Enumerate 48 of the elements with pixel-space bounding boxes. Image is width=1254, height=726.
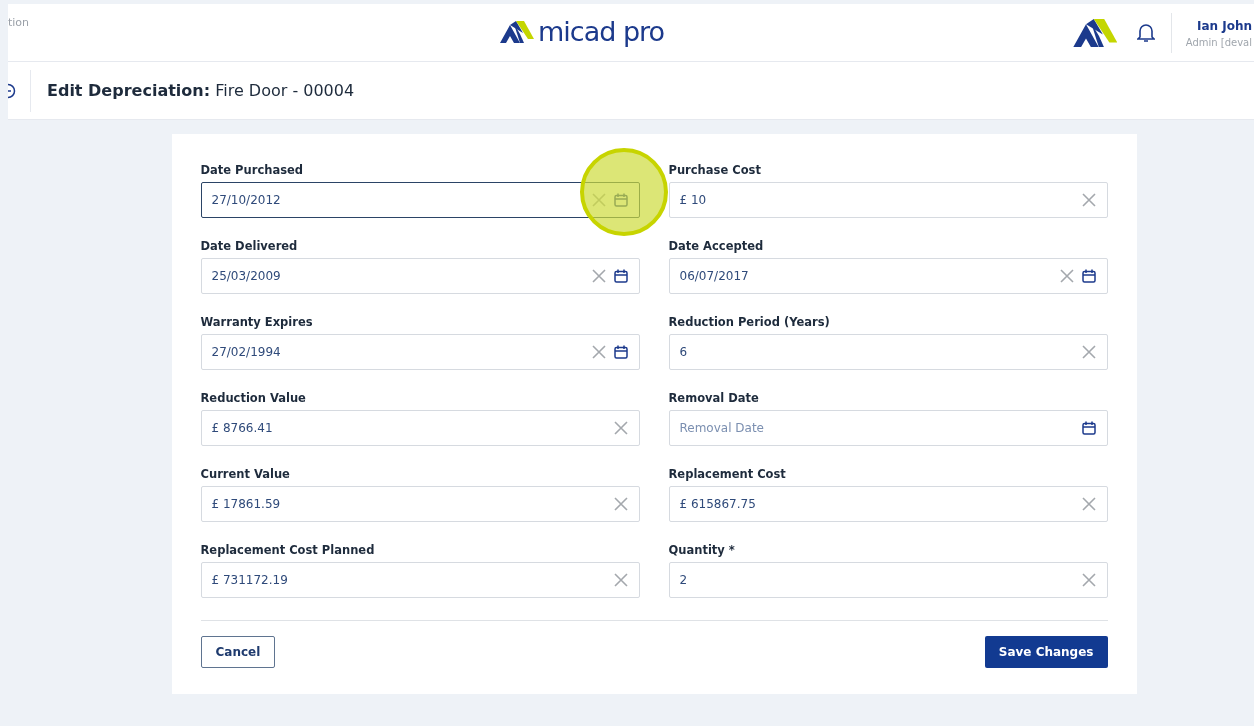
- user-role: Admin [deval: [1185, 36, 1252, 48]
- input-field[interactable]: 06/07/2017: [668, 258, 1108, 294]
- clear-icon[interactable]: [591, 345, 606, 359]
- field-label: Replacement Cost: [668, 467, 787, 481]
- calendar-icon[interactable]: [613, 269, 628, 283]
- field-label: Replacement Cost Planned: [200, 543, 376, 557]
- page-title: Edit Depreciation: Fire Door - 00004: [47, 81, 355, 100]
- field-label: Date Purchased: [200, 163, 305, 177]
- input-field[interactable]: 27/02/1994: [200, 334, 640, 370]
- field-label: Current Value: [200, 467, 291, 481]
- calendar-icon[interactable]: [1081, 269, 1096, 283]
- field-label: Date Delivered: [200, 239, 299, 253]
- clear-icon[interactable]: [1081, 573, 1096, 587]
- clear-icon[interactable]: [613, 421, 628, 435]
- input-field[interactable]: Removal Date: [668, 410, 1108, 446]
- clear-icon[interactable]: [1081, 497, 1096, 511]
- field-label: Warranty Expires: [200, 315, 314, 329]
- cancel-button[interactable]: Cancel: [200, 636, 276, 668]
- input-field[interactable]: £ 615867.75: [668, 486, 1108, 522]
- field-label: Quantity *: [668, 543, 736, 557]
- input-field[interactable]: £ 731172.19: [200, 562, 640, 598]
- clear-icon[interactable]: [613, 573, 628, 587]
- calendar-icon[interactable]: [1081, 421, 1096, 435]
- clear-icon[interactable]: [591, 269, 606, 283]
- back-icon[interactable]: [8, 82, 16, 99]
- field-label: Reduction Value: [200, 391, 307, 405]
- input-field[interactable]: £ 10: [668, 182, 1108, 218]
- bell-icon[interactable]: [1136, 23, 1155, 43]
- user-name[interactable]: Ian John: [1196, 18, 1252, 33]
- input-field[interactable]: 25/03/2009: [200, 258, 640, 294]
- field-label: Date Accepted: [668, 239, 765, 253]
- clear-icon[interactable]: [1081, 193, 1096, 207]
- clear-icon[interactable]: [1059, 269, 1074, 283]
- logo-icon: [1072, 18, 1117, 48]
- clear-icon[interactable]: [1081, 345, 1096, 359]
- logo-text: micad pro: [538, 16, 665, 47]
- input-field[interactable]: £ 8766.41: [200, 410, 640, 446]
- field-label: Reduction Period (Years): [668, 315, 831, 329]
- clear-icon[interactable]: [613, 497, 628, 511]
- field-label: Removal Date: [668, 391, 760, 405]
- save-button[interactable]: Save Changes: [984, 636, 1108, 668]
- calendar-icon[interactable]: [613, 345, 628, 359]
- input-field[interactable]: £ 17861.59: [200, 486, 640, 522]
- header-text: tion: [8, 16, 30, 29]
- field-label: Purchase Cost: [668, 163, 762, 177]
- input-field[interactable]: 2: [668, 562, 1108, 598]
- logo-icon: [500, 20, 534, 43]
- input-field[interactable]: 6: [668, 334, 1108, 370]
